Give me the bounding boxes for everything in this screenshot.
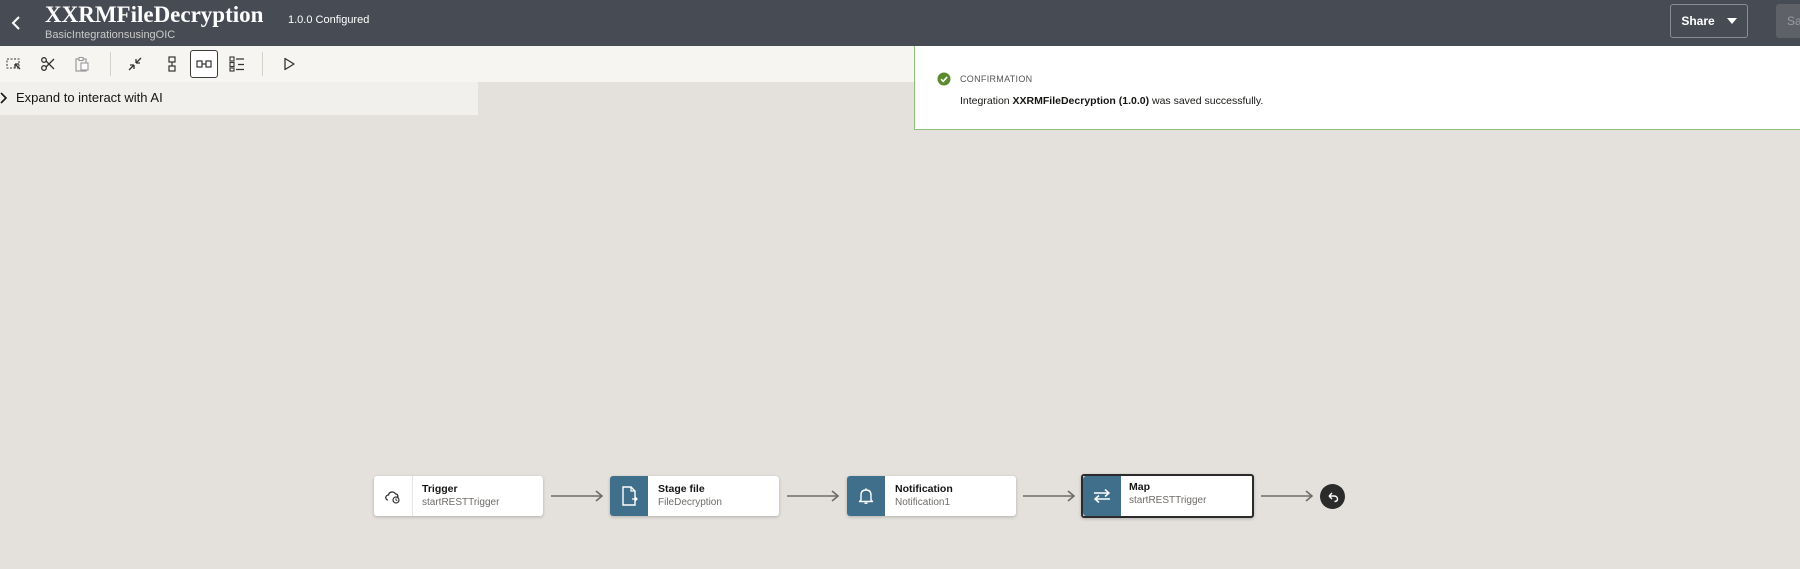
return-node[interactable] — [1320, 484, 1345, 509]
flow-node-notification[interactable]: Notification Notification1 — [847, 476, 1016, 516]
node-title: Map — [1129, 481, 1150, 493]
node-icon-box — [847, 476, 885, 516]
flow-node-stage-file[interactable]: Stage file FileDecryption — [610, 476, 779, 516]
map-icon — [1093, 488, 1111, 504]
node-icon-box — [1083, 476, 1121, 516]
flow-node-trigger[interactable]: Trigger startRESTTrigger — [374, 476, 543, 516]
node-subtitle: FileDecryption — [658, 497, 722, 508]
node-subtitle: Notification1 — [895, 497, 951, 508]
node-title: Stage file — [658, 483, 705, 495]
node-icon-box — [610, 476, 648, 516]
trigger-icon — [385, 491, 400, 504]
stage-file-icon — [622, 486, 638, 506]
flow-node-map[interactable]: Map startRESTTrigger — [1081, 474, 1254, 518]
node-subtitle: startRESTTrigger — [422, 497, 500, 508]
node-title: Trigger — [422, 483, 458, 495]
node-title: Notification — [895, 483, 953, 495]
node-subtitle: startRESTTrigger — [1129, 495, 1207, 506]
node-icon-box — [374, 476, 413, 516]
bell-icon — [858, 488, 874, 504]
return-icon — [1328, 492, 1338, 502]
